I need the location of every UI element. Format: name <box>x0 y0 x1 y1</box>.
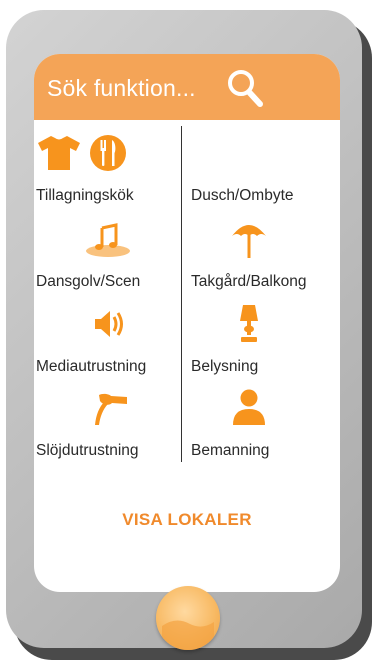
phone-screen: Sök funktion... Tillagningskök Dansgolv/… <box>34 54 340 592</box>
lamp-icon <box>240 305 258 342</box>
person-icon <box>233 389 265 425</box>
function-label: Takgård/Balkong <box>191 273 307 290</box>
search-bar[interactable]: Sök funktion... <box>34 54 340 120</box>
function-label: Dusch/Ombyte <box>191 187 294 204</box>
function-bemanning[interactable]: Bemanning <box>34 385 269 465</box>
home-button[interactable] <box>156 586 220 650</box>
phone-frame: Sök funktion... Tillagningskök Dansgolv/… <box>6 10 362 650</box>
home-button-highlight <box>162 620 214 650</box>
function-label: Belysning <box>191 358 259 375</box>
visa-lokaler-button[interactable]: VISA LOKALER <box>34 510 340 530</box>
function-label: Bemanning <box>191 442 270 459</box>
function-dusch-ombyte[interactable]: Dusch/Ombyte <box>34 130 294 210</box>
umbrella-icon <box>232 225 266 258</box>
tshirt-icon <box>38 136 80 170</box>
search-icon[interactable] <box>225 66 265 110</box>
search-input[interactable]: Sök funktion... <box>47 75 196 102</box>
function-belysning[interactable]: Belysning <box>34 301 258 381</box>
function-takgard-balkong[interactable]: Takgård/Balkong <box>34 216 306 296</box>
